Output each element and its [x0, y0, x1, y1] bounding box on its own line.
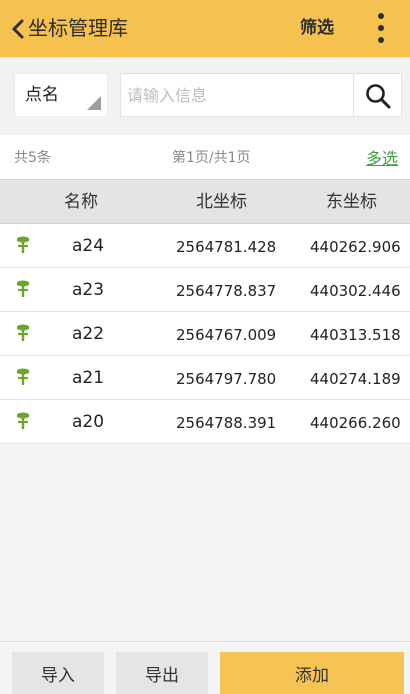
search-icon: [366, 84, 391, 109]
row-name: a20: [72, 412, 105, 432]
pin-icon: [17, 280, 29, 297]
search-input[interactable]: [120, 73, 354, 117]
add-button[interactable]: 添加: [220, 652, 404, 694]
row-north: 2564788.391: [176, 414, 277, 432]
page-title: 坐标管理库: [28, 16, 128, 40]
table-header: 名称 北坐标 东坐标: [0, 179, 410, 224]
table-row[interactable]: a20 2564788.391 440266.260: [0, 400, 410, 444]
import-button[interactable]: 导入: [12, 652, 104, 694]
total-count: 共5条: [14, 150, 51, 166]
search-button[interactable]: [354, 73, 402, 117]
row-east: 440302.446: [310, 282, 401, 300]
filter-button[interactable]: 筛选: [300, 14, 334, 42]
row-north: 2564767.009: [176, 326, 277, 344]
pin-icon: [17, 324, 29, 341]
dropdown-corner-icon: [87, 96, 101, 110]
search-bar: 点名: [0, 57, 410, 135]
column-header-name: 名称: [64, 192, 98, 212]
search-field-select[interactable]: 点名: [14, 73, 108, 117]
bottom-action-bar: 导入 导出 添加: [0, 641, 410, 694]
multi-select-link[interactable]: 多选: [366, 145, 398, 169]
chevron-left-icon[interactable]: [10, 18, 26, 40]
pin-icon: [17, 412, 29, 429]
table-row[interactable]: a22 2564767.009 440313.518: [0, 312, 410, 356]
page-indicator: 第1页/共1页: [172, 150, 251, 166]
app-header: 坐标管理库 筛选: [0, 0, 410, 57]
table-row[interactable]: a23 2564778.837 440302.446: [0, 268, 410, 312]
pin-icon: [17, 368, 29, 385]
column-header-east: 东坐标: [326, 192, 377, 212]
row-name: a24: [72, 236, 105, 256]
row-east: 440262.906: [310, 238, 401, 256]
table-row[interactable]: a21 2564797.780 440274.189: [0, 356, 410, 400]
row-name: a22: [72, 324, 105, 344]
coordinate-list: a24 2564781.428 440262.906 a23 2564778.8…: [0, 224, 410, 444]
row-east: 440274.189: [310, 370, 401, 388]
search-field-label: 点名: [25, 85, 59, 105]
row-name: a23: [72, 280, 105, 300]
list-info-bar: 共5条 第1页/共1页 多选: [0, 135, 410, 179]
row-north: 2564781.428: [176, 238, 277, 256]
column-header-north: 北坐标: [196, 192, 247, 212]
row-name: a21: [72, 368, 105, 388]
table-row[interactable]: a24 2564781.428 440262.906: [0, 224, 410, 268]
row-east: 440313.518: [310, 326, 401, 344]
more-vertical-icon[interactable]: [370, 10, 392, 46]
row-north: 2564797.780: [176, 370, 277, 388]
row-east: 440266.260: [310, 414, 401, 432]
row-north: 2564778.837: [176, 282, 277, 300]
pin-icon: [17, 236, 29, 253]
export-button[interactable]: 导出: [116, 652, 208, 694]
